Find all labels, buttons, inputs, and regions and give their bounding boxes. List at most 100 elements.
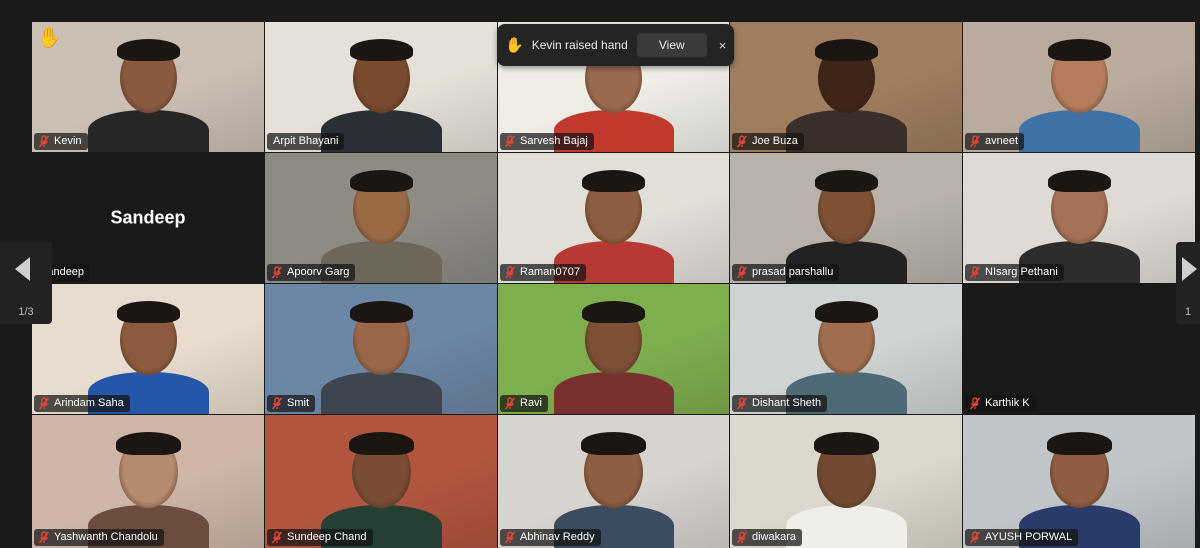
page-indicator-right: 1	[1184, 306, 1192, 318]
page-indicator: 1/3	[18, 306, 34, 318]
participant-tile[interactable]: NIsarg Pethani	[963, 153, 1195, 283]
participant-tile[interactable]: Ravi	[498, 284, 729, 414]
raised-hand-icon: ✋	[37, 27, 62, 49]
participant-hair	[117, 301, 180, 323]
previous-page-button[interactable]: 1/3	[0, 242, 52, 324]
next-page-button[interactable]: 1	[1176, 242, 1200, 324]
participant-name: Abhinav Reddy	[520, 531, 595, 543]
chevron-left-icon	[15, 257, 30, 281]
participant-name-tag: Kevin	[34, 133, 88, 150]
participant-tile[interactable]: Dishant Sheth	[730, 284, 962, 414]
participant-name-tag: Yashwanth Chandolu	[34, 529, 164, 546]
participant-name-tag: Sarvesh Bajaj	[500, 133, 594, 150]
participant-name-tag: Abhinav Reddy	[500, 529, 601, 546]
close-icon[interactable]: ×	[719, 38, 727, 53]
participant-tile[interactable]: Arindam Saha	[32, 284, 264, 414]
participant-name: Kevin	[54, 135, 82, 147]
participant-hair	[582, 301, 645, 323]
participant-tile[interactable]: diwakara	[730, 415, 962, 548]
chevron-right-icon	[1182, 257, 1197, 281]
participant-tile[interactable]: Raman0707	[498, 153, 729, 283]
participant-tile[interactable]: Yashwanth Chandolu	[32, 415, 264, 548]
participant-hair	[350, 39, 413, 61]
participant-name: Yashwanth Chandolu	[54, 531, 158, 543]
participant-name-tag: Arpit Bhayani	[267, 133, 345, 150]
participant-body	[1019, 110, 1140, 152]
participant-name: Ravi	[520, 397, 543, 409]
participant-tile[interactable]: Abhinav Reddy	[498, 415, 729, 548]
participant-name-tag: Smit	[267, 395, 315, 412]
mic-muted-icon	[736, 135, 748, 148]
participant-tile[interactable]: ✋ Kevin	[32, 22, 264, 152]
mic-muted-icon	[504, 135, 516, 148]
mic-muted-icon	[736, 531, 748, 544]
participant-display-name: Sandeep	[110, 207, 186, 228]
participant-name-tag: AYUSH PORWAL	[965, 529, 1079, 546]
participant-tile[interactable]: Apoorv Garg	[265, 153, 497, 283]
participant-hair	[1048, 170, 1111, 192]
mic-muted-icon	[38, 135, 50, 148]
mic-muted-icon	[969, 135, 981, 148]
mic-muted-icon	[38, 397, 50, 410]
raised-hand-notification: ✋ Kevin raised hand View ×	[497, 24, 734, 66]
mic-muted-icon	[504, 531, 516, 544]
participant-name-tag: prasad parshallu	[732, 264, 840, 281]
participant-name-tag: Raman0707	[500, 264, 586, 281]
participant-tile[interactable]: Arpit Bhayani	[265, 22, 497, 152]
participant-name: Joe Buza	[752, 135, 798, 147]
participant-tile[interactable]: avneet	[963, 22, 1195, 152]
participant-name: Sundeep Chand	[287, 531, 367, 543]
participant-name-tag: Ravi	[500, 395, 549, 412]
participant-hair	[116, 432, 181, 455]
participant-body	[554, 372, 674, 414]
mic-muted-icon	[969, 397, 981, 410]
mic-muted-icon	[504, 397, 516, 410]
participant-name-tag: diwakara	[732, 529, 803, 546]
participant-name: Arindam Saha	[54, 397, 124, 409]
participant-tile[interactable]: prasad parshallu	[730, 153, 962, 283]
mic-muted-icon	[969, 531, 981, 544]
mic-muted-icon	[969, 266, 981, 279]
participant-tile[interactable]: Karthik K	[963, 284, 1195, 414]
mic-muted-icon	[504, 266, 516, 279]
participant-tile[interactable]: Joe Buza	[730, 22, 962, 152]
participant-hair	[350, 301, 413, 323]
participant-hair	[815, 301, 878, 323]
participant-name: NIsarg Pethani	[985, 266, 1058, 278]
mic-muted-icon	[736, 266, 748, 279]
participant-tile[interactable]: Sundeep Chand	[265, 415, 497, 548]
participant-name: Sarvesh Bajaj	[520, 135, 588, 147]
participant-body	[321, 372, 442, 414]
participant-tile[interactable]: AYUSH PORWAL	[963, 415, 1195, 548]
notification-message: Kevin raised hand	[531, 38, 628, 52]
participant-name-tag: Apoorv Garg	[267, 264, 356, 281]
participant-name: AYUSH PORWAL	[985, 531, 1073, 543]
participant-name-tag: Dishant Sheth	[732, 395, 828, 412]
participant-hair	[581, 432, 646, 455]
mic-muted-icon	[271, 531, 283, 544]
participant-hair	[117, 39, 180, 61]
participant-name: Smit	[287, 397, 309, 409]
participant-name: prasad parshallu	[752, 266, 834, 278]
participant-name-tag: avneet	[965, 133, 1025, 150]
participant-hair	[815, 170, 878, 192]
participant-name-tag: Karthik K	[965, 395, 1036, 412]
participant-name: Karthik K	[985, 397, 1030, 409]
participant-hair	[815, 39, 878, 61]
raised-hand-icon: ✋	[505, 37, 524, 54]
participant-body	[88, 110, 209, 152]
view-button[interactable]: View	[636, 33, 707, 57]
mic-muted-icon	[736, 397, 748, 410]
participant-name-tag: Arindam Saha	[34, 395, 130, 412]
participant-hair	[350, 170, 413, 192]
participant-name: diwakara	[752, 531, 797, 543]
participant-tile[interactable]: Smit	[265, 284, 497, 414]
participant-hair	[814, 432, 879, 455]
mic-muted-icon	[38, 531, 50, 544]
participant-tile[interactable]: Sandeep Sandeep	[32, 153, 264, 283]
participant-name: avneet	[985, 135, 1019, 147]
video-grid: ✋ Kevin Arpit Bhayani Sarvesh Bajaj Joe Buza…	[0, 0, 1200, 548]
participant-body	[786, 110, 907, 152]
participant-name: Apoorv Garg	[287, 266, 350, 278]
mic-muted-icon	[271, 266, 283, 279]
